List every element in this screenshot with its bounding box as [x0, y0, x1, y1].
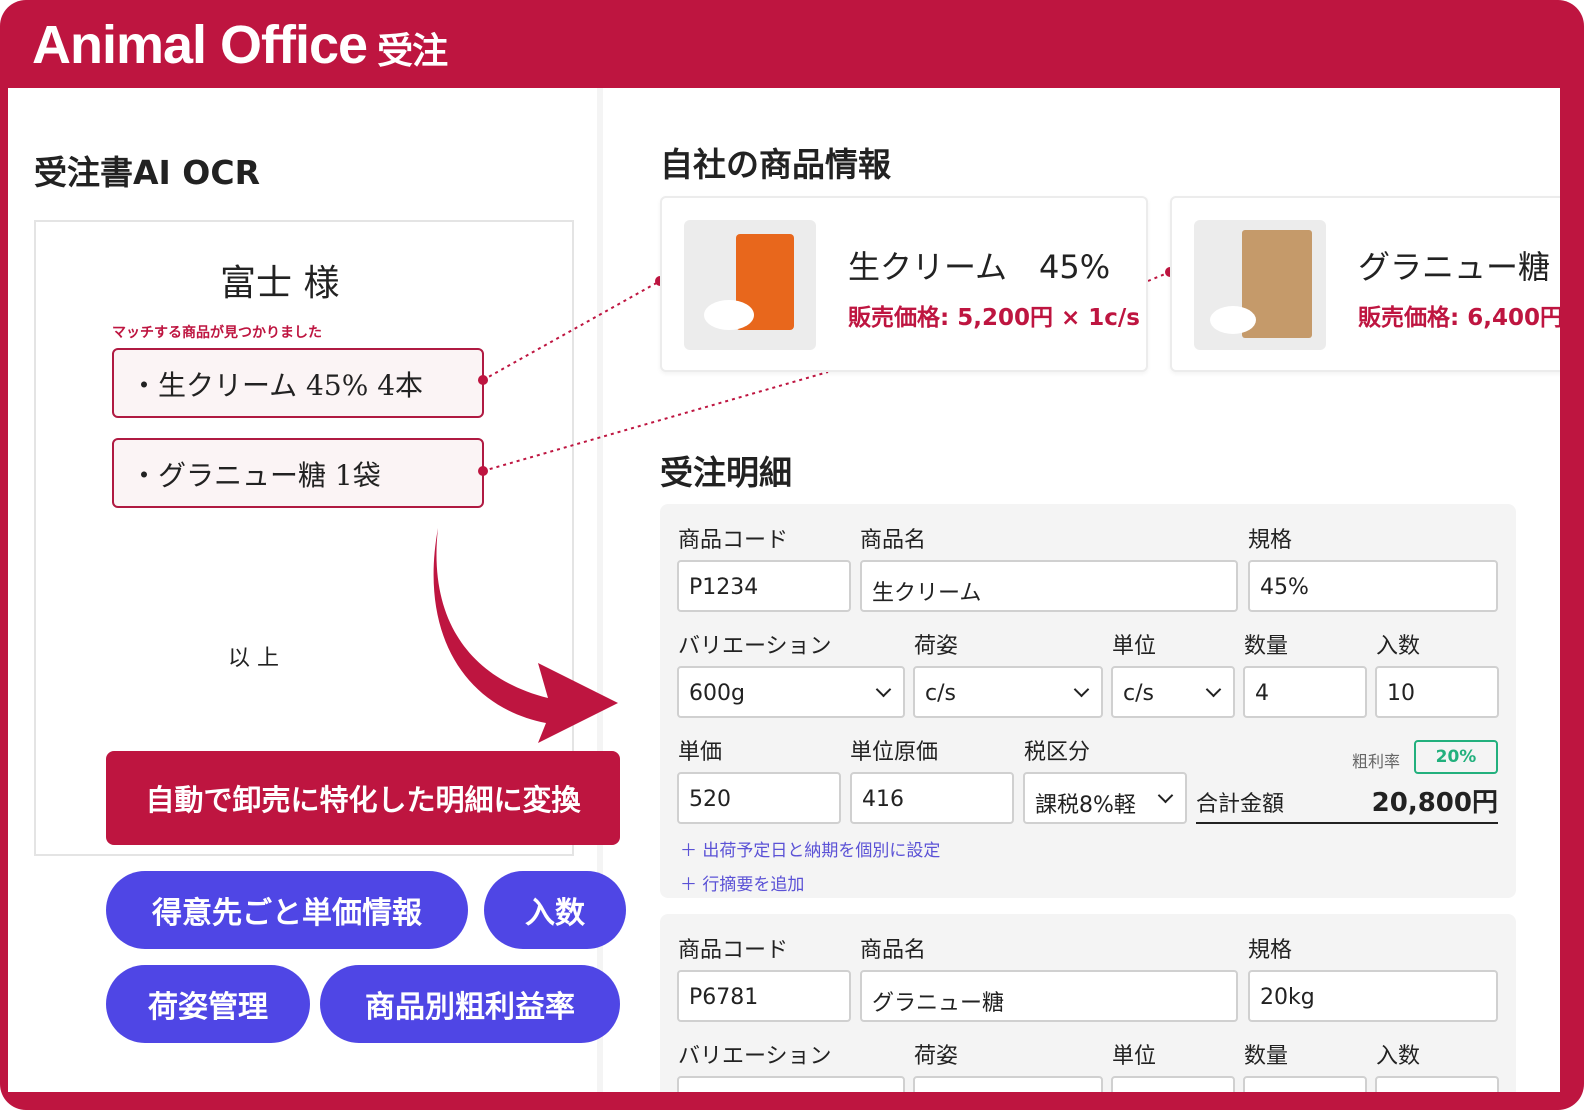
unit-select[interactable] — [1111, 1076, 1235, 1092]
label-price: 単価 — [678, 740, 723, 765]
label-code: 商品コード — [678, 938, 789, 963]
cream-product-image — [684, 220, 816, 350]
unit-select[interactable]: c/s — [1111, 666, 1235, 718]
set-dates-link[interactable]: ＋ 出荷予定日と納期を個別に設定 — [680, 836, 940, 861]
sugar-product-image — [1194, 220, 1326, 350]
label-variation: バリエーション — [678, 1044, 832, 1069]
label-per-case: 入数 — [1376, 634, 1421, 659]
price-input[interactable]: 520 — [677, 772, 841, 824]
code-input[interactable]: P6781 — [677, 970, 851, 1022]
product-card[interactable]: 生クリーム 45% 販売価格: 5,200円 × 1c/s — [660, 196, 1148, 372]
name-input[interactable]: 生クリーム — [860, 560, 1238, 612]
spec-input[interactable]: 20kg — [1248, 970, 1498, 1022]
details-heading: 受注明細 — [660, 453, 792, 492]
arrow-icon — [433, 528, 618, 743]
product-price: 販売価格: 6,400円 — [1358, 305, 1560, 331]
label-tax: 税区分 — [1024, 740, 1091, 765]
app-title-suffix: 受注 — [377, 30, 448, 71]
label-qty: 数量 — [1244, 1044, 1289, 1069]
label-code: 商品コード — [678, 528, 789, 553]
label-spec: 規格 — [1248, 938, 1293, 963]
packing-select[interactable] — [913, 1076, 1103, 1092]
label-qty: 数量 — [1244, 634, 1289, 659]
label-margin: 粗利率 — [1352, 752, 1401, 771]
convert-button[interactable]: 自動で卸売に特化した明細に変換 — [106, 751, 620, 845]
per-case-input[interactable]: 10 — [1375, 666, 1499, 718]
qty-input[interactable] — [1243, 1076, 1367, 1092]
product-name: グラニュー糖 — [1358, 248, 1551, 286]
label-name: 商品名 — [860, 528, 927, 553]
packing-select[interactable]: c/s — [913, 666, 1103, 718]
feature-pill-margin[interactable]: 商品別粗利益率 — [320, 965, 620, 1043]
products-heading: 自社の商品情報 — [660, 145, 891, 184]
product-name: 生クリーム 45% — [848, 248, 1111, 286]
label-cost: 単位原価 — [850, 740, 939, 765]
label-spec: 規格 — [1248, 528, 1293, 553]
app-title: Animal Office 受注 — [32, 14, 448, 76]
add-memo-link[interactable]: ＋ 行摘要を追加 — [680, 870, 804, 895]
label-name: 商品名 — [860, 938, 927, 963]
per-case-input[interactable] — [1375, 1076, 1499, 1092]
app-title-text: Animal Office — [32, 15, 368, 75]
variation-select[interactable]: 600g — [677, 666, 905, 718]
detail-row-2: 商品コード 商品名 規格 P6781 グラニュー糖 20kg バリエーション 荷… — [660, 914, 1516, 1092]
label-unit: 単位 — [1112, 1044, 1157, 1069]
label-unit: 単位 — [1112, 634, 1157, 659]
total-amount: 合計金額 20,800円 — [1196, 782, 1498, 824]
label-variation: バリエーション — [678, 634, 832, 659]
variation-select[interactable] — [677, 1076, 905, 1092]
code-input[interactable]: P1234 — [677, 560, 851, 612]
app-frame: Animal Office 受注 受注書AI OCR 富士 様 マッチする商品が見… — [0, 0, 1584, 1110]
footer-handwriting: 以 上 — [228, 646, 279, 671]
qty-input[interactable]: 4 — [1243, 666, 1367, 718]
feature-pill-per-case[interactable]: 入数 — [484, 871, 626, 949]
detail-row-1: 商品コード 商品名 規格 P1234 生クリーム 45% バリエーション 荷姿 … — [660, 504, 1516, 898]
label-per-case: 入数 — [1376, 1044, 1421, 1069]
feature-pill-packing[interactable]: 荷姿管理 — [106, 965, 310, 1043]
feature-pill-pricing[interactable]: 得意先ごと単価情報 — [106, 871, 468, 949]
product-card[interactable]: グラニュー糖 販売価格: 6,400円 — [1170, 196, 1560, 372]
product-price: 販売価格: 5,200円 × 1c/s — [848, 305, 1140, 331]
label-packing: 荷姿 — [914, 1044, 959, 1069]
label-total: 合計金額 — [1196, 792, 1285, 817]
spec-input[interactable]: 45% — [1248, 560, 1498, 612]
name-input[interactable]: グラニュー糖 — [860, 970, 1238, 1022]
tax-select[interactable]: 課税8%軽 — [1023, 772, 1187, 824]
label-packing: 荷姿 — [914, 634, 959, 659]
margin-badge: 20% — [1414, 740, 1498, 774]
cost-input[interactable]: 416 — [850, 772, 1014, 824]
content: 受注書AI OCR 富士 様 マッチする商品が見つかりました ・生クリーム 45… — [8, 88, 1560, 1092]
total-value: 20,800円 — [1371, 788, 1498, 818]
